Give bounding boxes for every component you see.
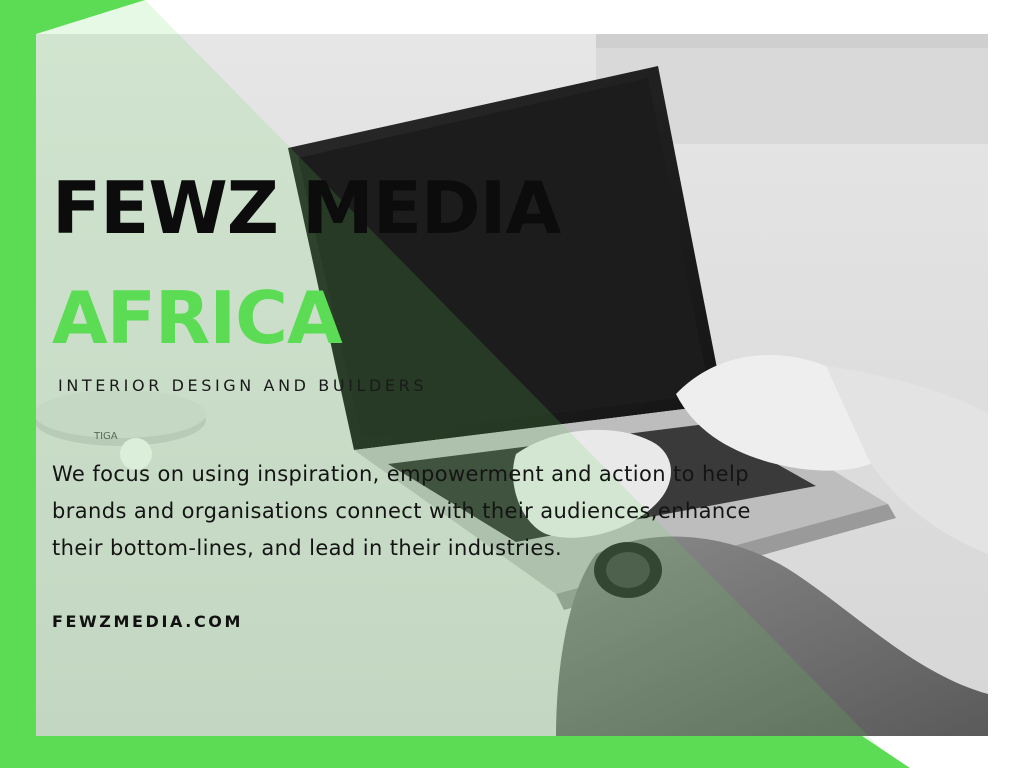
brand-title: FEWZ MEDIA (52, 166, 561, 250)
description-line-1: We focus on using inspiration, empowerme… (52, 462, 749, 486)
description-line-2: brands and organisations connect with th… (52, 499, 751, 523)
flyer-page: TIGA FEWZ MEDIA AFRICA INTERIOR DESIGN A… (0, 0, 1024, 768)
bottom-green-band (0, 736, 910, 768)
brand-subtitle-africa: AFRICA (52, 276, 343, 360)
paddle-brand-label: TIGA (93, 431, 118, 442)
brand-tagline: INTERIOR DESIGN AND BUILDERS (58, 376, 428, 395)
description-line-3: their bottom-lines, and lead in their in… (52, 536, 563, 560)
company-description: We focus on using inspiration, empowerme… (52, 456, 952, 567)
shelf-edge (596, 34, 988, 48)
paddle-face (36, 390, 206, 438)
website-url: FEWZMEDIA.COM (52, 612, 244, 631)
